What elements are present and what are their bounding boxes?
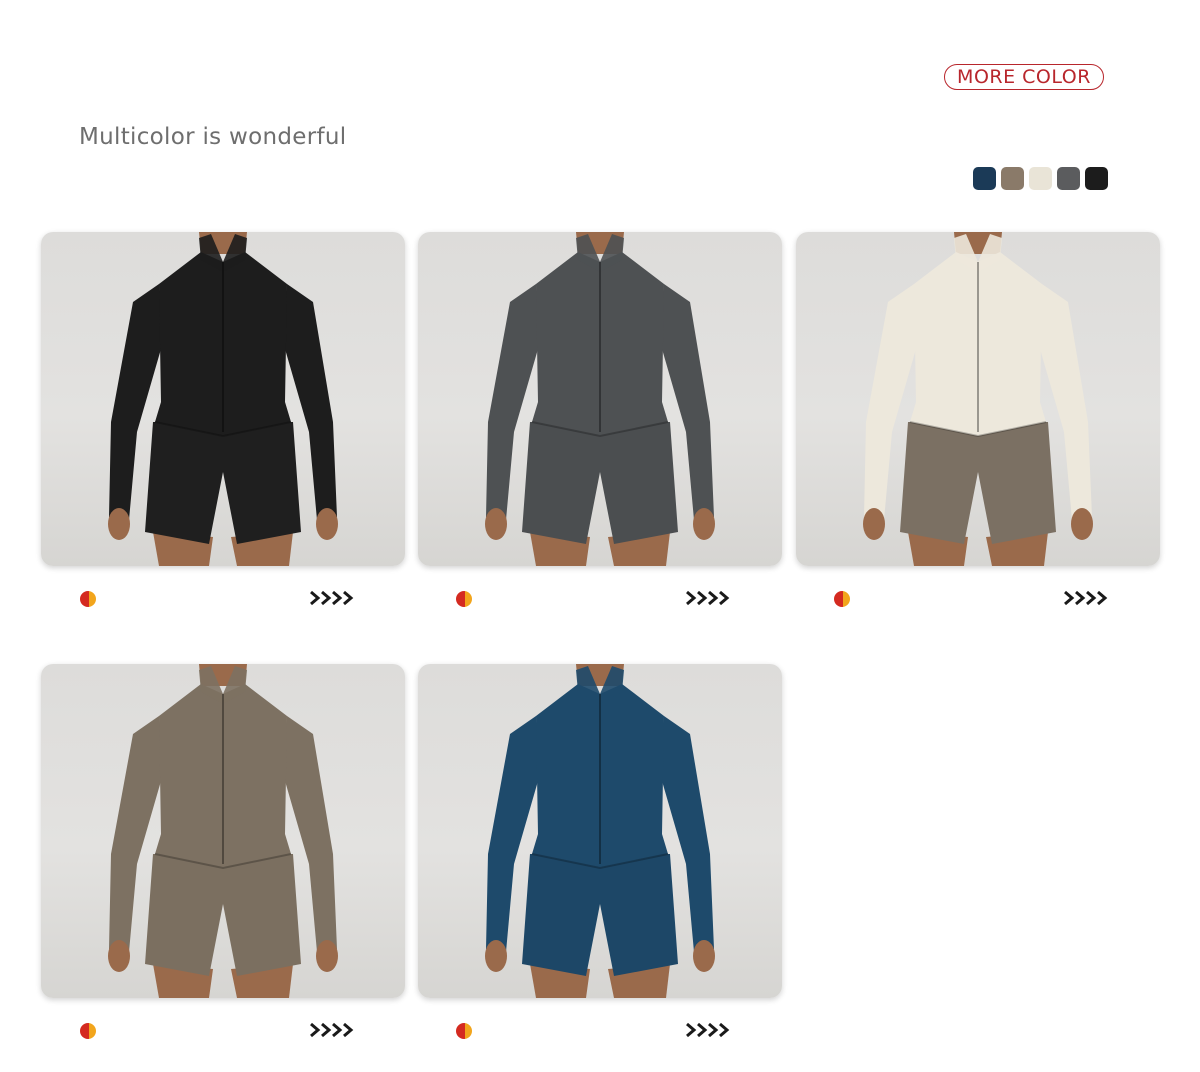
arrows-right-icon[interactable]: [1063, 590, 1109, 606]
product-card-gray[interactable]: [418, 232, 782, 566]
product-photo: [108, 232, 338, 566]
color-dot-icon: [80, 591, 96, 607]
arrows-right-icon[interactable]: [309, 1022, 355, 1038]
product-card-cream[interactable]: [796, 232, 1160, 566]
product-card-navy[interactable]: [418, 664, 782, 998]
product-card-black[interactable]: [41, 232, 405, 566]
color-dot-icon: [834, 591, 850, 607]
swatch-cream[interactable]: [1029, 167, 1052, 190]
arrows-right-icon[interactable]: [309, 590, 355, 606]
arrows-right-icon[interactable]: [685, 1022, 731, 1038]
swatch-navy[interactable]: [973, 167, 996, 190]
product-photo: [108, 664, 338, 998]
product-photo: [485, 664, 715, 998]
swatch-black[interactable]: [1085, 167, 1108, 190]
page-tagline: Multicolor is wonderful: [79, 124, 347, 150]
product-card-taupe[interactable]: [41, 664, 405, 998]
color-dot-icon: [456, 1023, 472, 1039]
swatch-taupe[interactable]: [1001, 167, 1024, 190]
color-dot-icon: [456, 591, 472, 607]
arrows-right-icon[interactable]: [685, 590, 731, 606]
more-color-button[interactable]: MORE COLOR: [944, 64, 1104, 90]
product-photo: [485, 232, 715, 566]
color-swatches: [973, 167, 1108, 190]
swatch-gray[interactable]: [1057, 167, 1080, 190]
color-dot-icon: [80, 1023, 96, 1039]
product-photo: [863, 232, 1093, 566]
